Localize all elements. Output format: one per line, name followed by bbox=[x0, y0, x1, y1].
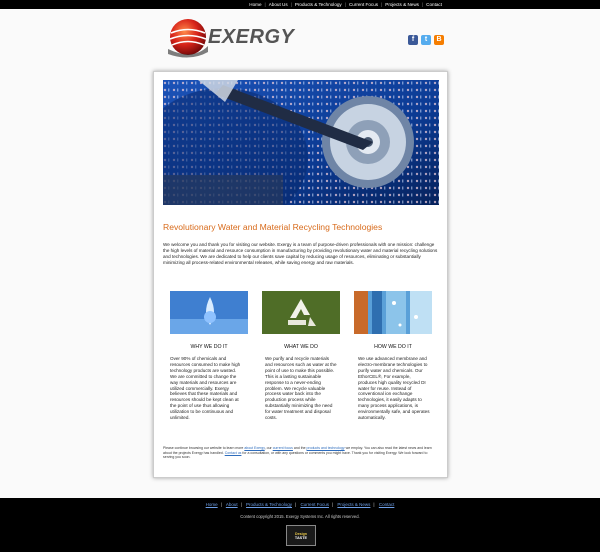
logo-text: EXERGY bbox=[208, 26, 295, 48]
about-exergy-link[interactable]: about Exergy bbox=[244, 446, 264, 450]
twitter-icon[interactable]: t bbox=[421, 35, 431, 45]
footer-home-link[interactable]: Home bbox=[206, 502, 218, 507]
top-nav-contact[interactable]: Contact bbox=[426, 2, 442, 7]
why-text: Over 90% of chemicals and resources cons… bbox=[170, 356, 241, 421]
facebook-icon[interactable]: f bbox=[408, 35, 418, 45]
page-title: Revolutionary Water and Material Recycli… bbox=[163, 222, 383, 232]
footer-contact-link[interactable]: Contact bbox=[379, 502, 395, 507]
nav-separator: | bbox=[220, 502, 222, 507]
footer-about-link[interactable]: About bbox=[226, 502, 238, 507]
outro-part: and the bbox=[292, 446, 307, 450]
nav-separator: | bbox=[264, 2, 266, 7]
current-focus-link[interactable]: current focus bbox=[273, 446, 293, 450]
footer-nav: Home | About | Products & Technology | Curr… bbox=[0, 502, 600, 507]
top-nav-projects[interactable]: Projects & News bbox=[385, 2, 419, 7]
how-text: We use advanced membrane and electro-mem… bbox=[358, 356, 430, 421]
copyright-text: Content copyright 2015. Exergy Systems I… bbox=[240, 514, 360, 519]
intro-text: We welcome you and thank you for visitin… bbox=[163, 242, 438, 265]
exergy-logo[interactable]: EXERGY bbox=[168, 16, 300, 58]
badge-line-2: TASTE bbox=[294, 535, 308, 540]
what-text: We purify and recycle materials and reso… bbox=[265, 356, 337, 421]
nav-separator: | bbox=[331, 502, 334, 507]
top-nav-about[interactable]: About Us bbox=[269, 2, 288, 7]
nav-separator: | bbox=[290, 2, 292, 7]
footer-products-link[interactable]: Products & Technology bbox=[246, 502, 292, 507]
top-nav-products[interactable]: Products & Technology bbox=[295, 2, 342, 7]
how-heading: HOW WE DO IT bbox=[374, 344, 412, 350]
nav-separator: | bbox=[381, 2, 383, 7]
outro-part: , our bbox=[264, 446, 273, 450]
products-technology-link[interactable]: products and technology bbox=[307, 446, 345, 450]
recycle-image bbox=[262, 291, 340, 334]
social-links: f t B bbox=[408, 35, 444, 45]
footer-projects-link[interactable]: Projects & News bbox=[337, 502, 370, 507]
nav-separator: | bbox=[344, 2, 346, 7]
hero-image bbox=[163, 80, 439, 205]
top-nav-current-focus[interactable]: Current Focus bbox=[349, 2, 378, 7]
content-card: Revolutionary Water and Material Recycli… bbox=[153, 71, 448, 478]
top-nav: Home | About Us | Products & Technology | C… bbox=[0, 0, 600, 9]
what-heading: WHAT WE DO bbox=[284, 344, 318, 350]
nav-separator: | bbox=[373, 502, 375, 507]
why-heading: WHY WE DO IT bbox=[190, 344, 228, 350]
logo-globe-icon bbox=[168, 19, 208, 58]
closing-text: Please continue browsing our website to … bbox=[163, 446, 439, 460]
footer-current-focus-link[interactable]: Current Focus bbox=[300, 502, 329, 507]
blogger-icon[interactable]: B bbox=[434, 35, 444, 45]
water-drop-image bbox=[170, 291, 248, 334]
nav-separator: | bbox=[421, 2, 424, 7]
top-nav-home[interactable]: Home bbox=[249, 2, 261, 7]
outro-part: Please continue browsing our website to … bbox=[163, 446, 245, 450]
nav-separator: | bbox=[295, 502, 297, 507]
contact-us-link[interactable]: Contact us bbox=[225, 451, 242, 455]
designer-badge[interactable]: Design TASTE bbox=[286, 525, 316, 546]
membrane-image bbox=[354, 291, 432, 334]
nav-separator: | bbox=[240, 502, 242, 507]
